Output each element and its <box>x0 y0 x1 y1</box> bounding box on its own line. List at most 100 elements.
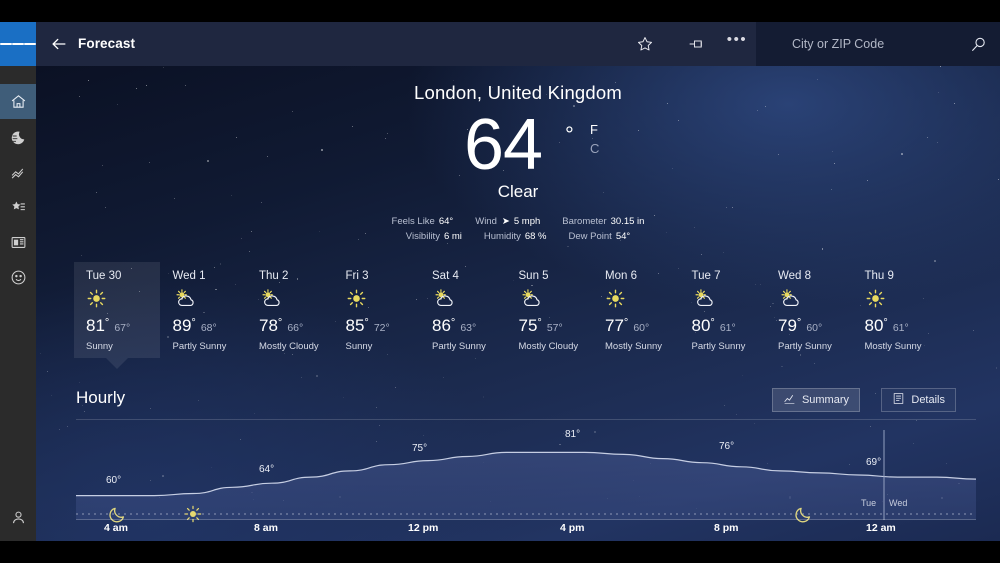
sunny-icon <box>86 288 160 310</box>
day-condition: Partly Sunny <box>778 341 832 352</box>
back-arrow-icon[interactable] <box>44 29 74 59</box>
daily-forecast-card[interactable]: Mon 6 77° 60° Mostly Sunny <box>593 262 679 358</box>
day-label: Wed 1 <box>172 270 206 282</box>
feedback-icon[interactable] <box>0 260 36 295</box>
day-temperatures: 80° 61° <box>692 316 766 336</box>
day-label: Tue 30 <box>86 270 122 282</box>
star-icon[interactable] <box>630 29 660 59</box>
partly-sunny-icon <box>519 288 593 310</box>
navigation-rail <box>0 22 36 541</box>
hamburger-bar <box>12 43 24 45</box>
daily-forecast-card[interactable]: Tue 30 81° 67° Sunny <box>74 262 160 369</box>
maps-icon[interactable] <box>0 120 36 155</box>
account-icon[interactable] <box>0 500 36 535</box>
details-row: Feels Like 64° Wind ➤ 5 mph Barometer 30.15 … <box>36 214 1000 229</box>
daily-forecast-card[interactable]: Thu 9 80° 61° Mostly Sunny <box>853 262 939 358</box>
day-low-temp: 72° <box>373 322 390 334</box>
home-icon[interactable] <box>0 84 36 119</box>
day-temperatures: 77° 60° <box>605 316 679 336</box>
day-high-temp: 85° <box>345 316 369 335</box>
day-temperatures: 78° 66° <box>259 316 333 336</box>
historical-weather-icon[interactable] <box>0 155 36 190</box>
daily-forecast-strip: Tue 30 81° 67° Sunny Wed 1 89° 68° Partly Sunny… <box>36 262 1000 374</box>
detail-humidity: Humidity 68 % <box>483 231 547 242</box>
x-axis-labels: 4 am 8 am 12 pm 4 pm 8 pm 12 am <box>76 522 976 541</box>
title-bar: Forecast ••• City or ZIP Code <box>36 22 1000 66</box>
day-high-temp: 75° <box>518 316 542 335</box>
hamburger-icon[interactable] <box>0 22 36 66</box>
day-condition: Partly Sunny <box>172 341 227 352</box>
moon-icon <box>108 504 128 524</box>
day-label: Thu 2 <box>259 270 289 282</box>
chart-area-fill <box>76 452 976 520</box>
hourly-header: Hourly Summary Details <box>76 388 976 418</box>
daily-forecast-card[interactable]: Fri 3 85° 72° Sunny <box>334 262 420 358</box>
sunny-icon <box>865 288 939 310</box>
day-label: Thu 9 <box>864 270 894 282</box>
day-condition: Mostly Cloudy <box>518 341 579 352</box>
partly-sunny-icon <box>259 288 333 310</box>
day-high-temp: 79° <box>778 316 802 335</box>
day-temperatures: 80° 61° <box>865 316 939 336</box>
sun-icon <box>183 504 203 524</box>
daily-forecast-card[interactable]: Sat 4 86° 63° Partly Sunny <box>420 262 506 358</box>
day-high-temp: 81° <box>86 316 110 335</box>
hourly-divider <box>76 419 976 420</box>
news-icon[interactable] <box>0 225 36 260</box>
summary-button[interactable]: Summary <box>771 388 860 412</box>
current-conditions: London, United Kingdom 64 ° F C Clear Fe… <box>36 66 1000 244</box>
line-chart-icon <box>783 392 796 408</box>
moon-icon <box>794 504 814 524</box>
daily-forecast-card[interactable]: Wed 1 89° 68° Partly Sunny <box>161 262 247 358</box>
day-low-temp: 61° <box>892 322 909 334</box>
detail-feels-like: Feels Like 64° <box>391 216 454 227</box>
unit-celsius[interactable]: C <box>590 141 599 156</box>
day-temperatures: 86° 63° <box>432 316 506 336</box>
day-condition: Mostly Sunny <box>864 341 922 352</box>
list-icon <box>892 392 905 408</box>
x-axis-tick: 8 pm <box>714 522 739 534</box>
hourly-chart[interactable]: 60° 64° 75° 81° 76° 69° Tue Wed <box>76 422 976 523</box>
x-axis-tick: 8 am <box>254 522 278 534</box>
unit-fahrenheit[interactable]: F <box>590 122 598 137</box>
settings-icon[interactable] <box>0 532 36 541</box>
more-options-icon[interactable]: ••• <box>722 29 752 59</box>
hamburger-bar <box>24 43 36 45</box>
detail-dew-point: Dew Point 54° <box>568 231 631 242</box>
page-title: Forecast <box>78 36 136 51</box>
chart-point-label: 64° <box>259 464 275 475</box>
day-condition: Sunny <box>86 341 113 352</box>
daily-forecast-card[interactable]: Wed 8 79° 60° Partly Sunny <box>766 262 852 358</box>
daily-forecast-card[interactable]: Tue 7 80° 61° Partly Sunny <box>680 262 766 358</box>
detail-barometer: Barometer 30.15 in <box>562 216 645 227</box>
day-low-temp: 61° <box>719 322 736 334</box>
day-temperatures: 75° 57° <box>519 316 593 336</box>
day-condition: Partly Sunny <box>691 341 746 352</box>
x-axis-rule <box>76 519 976 520</box>
search-icon[interactable] <box>964 30 992 58</box>
day-low-temp: 57° <box>546 322 563 334</box>
current-details: Feels Like 64° Wind ➤ 5 mph Barometer 30.15 … <box>36 214 1000 244</box>
daily-forecast-card[interactable]: Thu 2 78° 66° Mostly Cloudy <box>247 262 333 358</box>
sunny-icon <box>346 288 420 310</box>
favorites-icon[interactable] <box>0 190 36 225</box>
day-label: Tue 7 <box>691 270 721 282</box>
details-button[interactable]: Details <box>881 388 956 412</box>
pin-icon[interactable] <box>681 29 711 59</box>
day-condition: Mostly Sunny <box>605 341 663 352</box>
chart-point-label: 75° <box>412 443 428 454</box>
day-label: Fri 3 <box>345 270 369 282</box>
chart-point-label: 60° <box>106 475 122 486</box>
day-high-temp: 89° <box>172 316 196 335</box>
current-temperature: 64 <box>463 105 543 185</box>
day-temperatures: 85° 72° <box>346 316 420 336</box>
day-low-temp: 63° <box>460 322 477 334</box>
chart-point-label: 76° <box>719 441 735 452</box>
chart-point-label: 69° <box>866 457 882 468</box>
day-temperatures: 79° 60° <box>778 316 852 336</box>
partly-sunny-icon <box>778 288 852 310</box>
chart-point-label: 81° <box>565 429 581 440</box>
daily-forecast-card[interactable]: Sun 5 75° 57° Mostly Cloudy <box>507 262 593 358</box>
day-divider-label-right: Wed <box>889 498 908 508</box>
x-axis-tick: 4 pm <box>560 522 585 534</box>
